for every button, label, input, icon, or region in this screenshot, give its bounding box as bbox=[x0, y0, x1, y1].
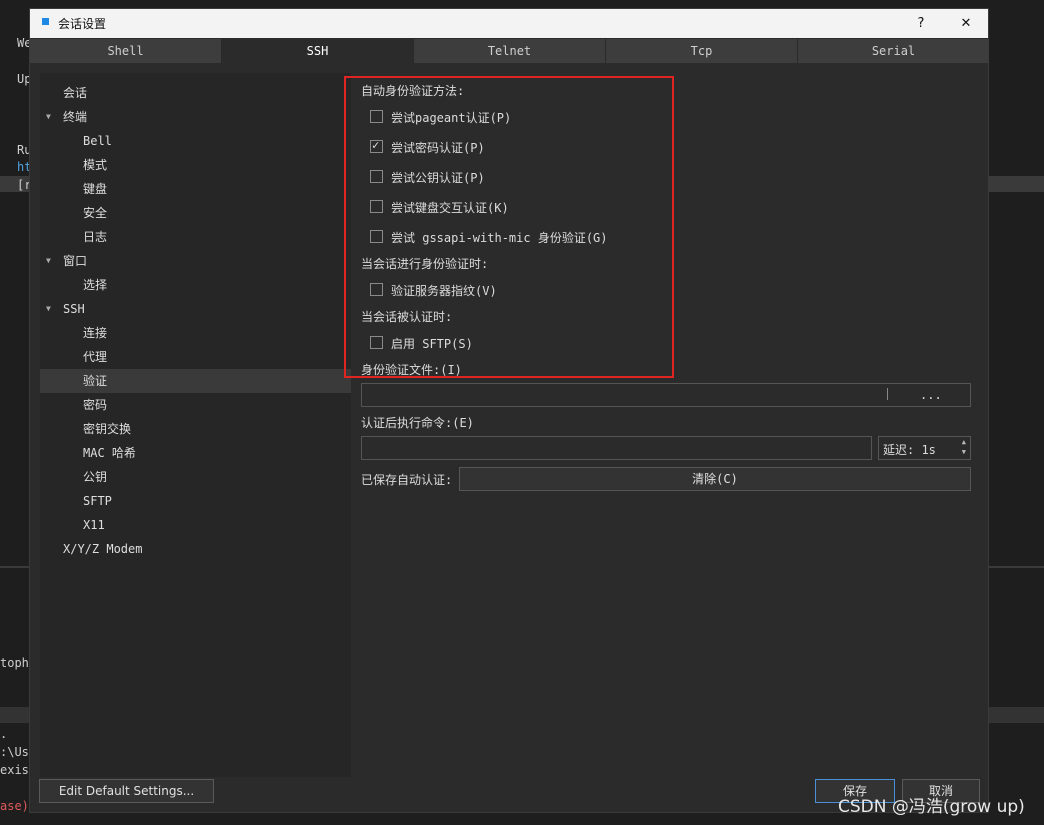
terminal-line: . bbox=[0, 727, 8, 741]
tree-item[interactable]: ▼ 窗口 bbox=[40, 249, 351, 273]
option-verify-fingerprint-label[interactable]: 验证服务器指纹(V) bbox=[391, 282, 497, 299]
tree-item[interactable]: 模式 bbox=[40, 153, 351, 177]
tree-item-label: 会话 bbox=[63, 86, 88, 100]
session-settings-dialog: 会话设置 ? ✕ Shell SSH Telnet Tcp Serial 会话 ▼… bbox=[29, 8, 989, 813]
tree-item[interactable]: 公钥 bbox=[40, 465, 351, 489]
tree-item-label: 公钥 bbox=[83, 470, 108, 484]
tree-item-label: 窗口 bbox=[63, 254, 88, 268]
delay-value: 延迟: 1s bbox=[883, 443, 936, 457]
tree-item[interactable]: 密钥交换 bbox=[40, 417, 351, 441]
tab-serial[interactable]: Serial bbox=[798, 39, 989, 63]
tree-item[interactable]: 连接 bbox=[40, 321, 351, 345]
help-button[interactable]: ? bbox=[908, 13, 934, 35]
tree-item[interactable]: 验证 bbox=[40, 369, 351, 393]
terminal-line: toph bbox=[0, 656, 29, 670]
saved-auth-label: 已保存自动认证: bbox=[361, 473, 453, 487]
terminal-line: exis bbox=[0, 763, 29, 777]
option-password-label[interactable]: 尝试密码认证(P) bbox=[391, 139, 485, 156]
tree-item-label: 连接 bbox=[83, 326, 108, 340]
during-auth-header: 当会话进行身份验证时: bbox=[361, 257, 489, 271]
tab-ssh[interactable]: SSH bbox=[222, 39, 414, 63]
expand-arrow-icon[interactable]: ▼ bbox=[46, 297, 51, 321]
expand-arrow-icon[interactable]: ▼ bbox=[46, 105, 51, 129]
identity-file-label: 身份验证文件:(I) bbox=[361, 363, 462, 377]
tree-item-label: 密钥交换 bbox=[83, 422, 132, 436]
tree-item[interactable]: 日志 bbox=[40, 225, 351, 249]
checkbox-publickey[interactable] bbox=[370, 170, 383, 183]
option-pageant-label[interactable]: 尝试pageant认证(P) bbox=[391, 109, 511, 126]
checkmark-icon: ✓ bbox=[372, 138, 380, 152]
tree-item-label: SSH bbox=[63, 302, 85, 316]
tree-item[interactable]: 安全 bbox=[40, 201, 351, 225]
tree-item[interactable]: MAC 哈希 bbox=[40, 441, 351, 465]
tree-item[interactable]: X11 bbox=[40, 513, 351, 537]
tree-item[interactable]: 键盘 bbox=[40, 177, 351, 201]
checkbox-pageant[interactable] bbox=[370, 110, 383, 123]
tree-item-label: 验证 bbox=[83, 374, 108, 388]
checkbox-verify-fingerprint[interactable] bbox=[370, 283, 383, 296]
tree-item-label: SFTP bbox=[83, 494, 112, 508]
option-publickey-label[interactable]: 尝试公钥认证(P) bbox=[391, 169, 485, 186]
tree-item[interactable]: 密码 bbox=[40, 393, 351, 417]
post-command-label: 认证后执行命令:(E) bbox=[361, 416, 474, 430]
option-keyboard-interactive-label[interactable]: 尝试键盘交互认证(K) bbox=[391, 199, 509, 216]
tree-item-label: MAC 哈希 bbox=[83, 446, 136, 460]
terminal-line: ase) bbox=[0, 799, 29, 813]
terminal-line: :\Us bbox=[0, 745, 29, 759]
app-icon bbox=[42, 18, 49, 25]
dialog-title: 会话设置 bbox=[58, 17, 107, 31]
dialog-titlebar[interactable]: 会话设置 ? ✕ bbox=[30, 9, 988, 38]
close-icon[interactable]: ✕ bbox=[953, 13, 979, 35]
tree-item[interactable]: ▼ 终端 bbox=[40, 105, 351, 129]
tree-item[interactable]: SFTP bbox=[40, 489, 351, 513]
post-command-input[interactable] bbox=[361, 436, 872, 460]
delay-spinbox[interactable]: 延迟: 1s ▲ ▼ bbox=[878, 436, 971, 460]
tree-item-label: 代理 bbox=[83, 350, 108, 364]
option-gssapi-label[interactable]: 尝试 gssapi-with-mic 身份验证(G) bbox=[391, 229, 608, 246]
spin-up-icon[interactable]: ▲ bbox=[962, 438, 966, 446]
checkbox-keyboard-interactive[interactable] bbox=[370, 200, 383, 213]
checkbox-password[interactable]: ✓ bbox=[370, 138, 383, 153]
tree-item[interactable]: X/Y/Z Modem bbox=[40, 537, 351, 561]
tab-telnet[interactable]: Telnet bbox=[414, 39, 606, 63]
tab-tcp[interactable]: Tcp bbox=[606, 39, 798, 63]
tree-item-label: 选择 bbox=[83, 278, 108, 292]
tree-item-label: X11 bbox=[83, 518, 105, 532]
tree-item-label: 模式 bbox=[83, 158, 108, 172]
edit-default-settings-button[interactable]: Edit Default Settings... bbox=[39, 779, 214, 803]
tree-item-label: X/Y/Z Modem bbox=[63, 542, 143, 556]
tree-item[interactable]: 会话 bbox=[40, 81, 351, 105]
settings-tree: 会话 ▼ 终端 Bell 模式键盘安全日志 ▼ 窗口选择 ▼ SSH 连接代理验证密码密钥交换 MA… bbox=[40, 73, 351, 777]
expand-arrow-icon[interactable]: ▼ bbox=[46, 249, 51, 273]
input-separator bbox=[887, 388, 888, 400]
auth-methods-header: 自动身份验证方法: bbox=[361, 84, 465, 98]
tree-item[interactable]: 选择 bbox=[40, 273, 351, 297]
clear-button[interactable]: 清除(C) bbox=[459, 467, 971, 491]
option-enable-sftp-label[interactable]: 启用 SFTP(S) bbox=[391, 335, 473, 352]
tab-bar: Shell SSH Telnet Tcp Serial bbox=[30, 39, 989, 63]
tree-item-label: 密码 bbox=[83, 398, 108, 412]
tree-item[interactable]: 代理 bbox=[40, 345, 351, 369]
tree-item-label: 终端 bbox=[63, 110, 88, 124]
tree-item-label: 安全 bbox=[83, 206, 108, 220]
spin-down-icon[interactable]: ▼ bbox=[962, 448, 966, 456]
browse-button[interactable]: ... bbox=[920, 388, 942, 402]
checkbox-gssapi[interactable] bbox=[370, 230, 383, 243]
tree-item[interactable]: ▼ SSH bbox=[40, 297, 351, 321]
watermark: CSDN @冯浩(grow up) bbox=[838, 797, 1025, 817]
checkbox-enable-sftp[interactable] bbox=[370, 336, 383, 349]
identity-file-input[interactable]: ... bbox=[361, 383, 971, 407]
after-auth-header: 当会话被认证时: bbox=[361, 310, 453, 324]
tree-item-label: 日志 bbox=[83, 230, 108, 244]
tree-item-label: Bell bbox=[83, 134, 112, 148]
tree-item[interactable]: Bell bbox=[40, 129, 351, 153]
tree-item-label: 键盘 bbox=[83, 182, 108, 196]
tab-shell[interactable]: Shell bbox=[30, 39, 222, 63]
